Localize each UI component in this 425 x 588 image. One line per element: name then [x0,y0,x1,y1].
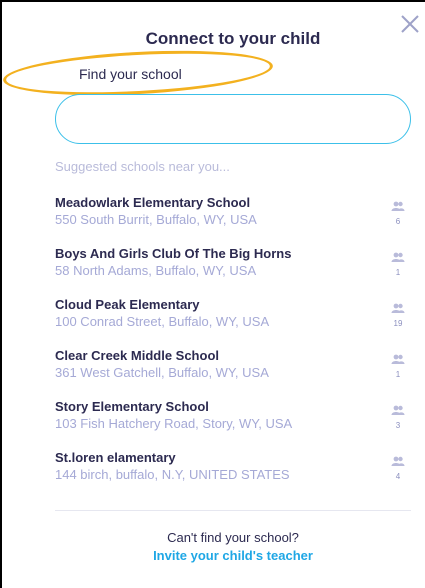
school-item[interactable]: St.loren elamentary 144 birch, buffalo, … [55,450,415,501]
student-count: 6 [395,217,401,226]
school-name: Clear Creek Middle School [55,348,219,363]
school-address: 144 birch, buffalo, N.Y, UNITED STATES [55,467,290,482]
school-address: 550 South Burrit, Buffalo, WY, USA [55,212,257,227]
school-name: St.loren elamentary [55,450,176,465]
people-icon [391,252,405,262]
divider [55,510,411,511]
student-count: 19 [393,319,403,328]
cant-find-text: Can't find your school? [167,530,299,545]
people-icon [391,303,405,313]
school-name: Boys And Girls Club Of The Big Horns [55,246,292,261]
school-item[interactable]: Boys And Girls Club Of The Big Horns 58 … [55,246,415,297]
school-address: 361 West Gatchell, Buffalo, WY, USA [55,365,269,380]
people-icon [391,456,405,466]
people-icon [391,354,405,364]
invite-teacher-link[interactable]: Invite your child's teacher [0,548,425,563]
find-school-label: Find your school [79,66,182,82]
school-name: Story Elementary School [55,399,209,414]
student-count: 3 [395,421,401,430]
student-count: 1 [395,370,401,379]
school-list: Meadowlark Elementary School 550 South B… [55,195,415,501]
school-item[interactable]: Meadowlark Elementary School 550 South B… [55,195,415,246]
school-item[interactable]: Clear Creek Middle School 361 West Gatch… [55,348,415,399]
student-count: 1 [395,268,401,277]
school-search-input[interactable] [55,94,411,144]
school-address: 58 North Adams, Buffalo, WY, USA [55,263,257,278]
student-count: 4 [395,472,401,481]
school-item[interactable]: Story Elementary School 103 Fish Hatcher… [55,399,415,450]
suggested-schools-label: Suggested schools near you... [55,159,230,174]
school-address: 100 Conrad Street, Buffalo, WY, USA [55,314,270,329]
school-item[interactable]: Cloud Peak Elementary 100 Conrad Street,… [55,297,415,348]
people-icon [391,201,405,211]
school-name: Meadowlark Elementary School [55,195,251,210]
dialog-title: Connect to your child [145,29,321,48]
people-icon [391,405,405,415]
school-address: 103 Fish Hatchery Road, Story, WY, USA [55,416,293,431]
school-name: Cloud Peak Elementary [55,297,200,312]
